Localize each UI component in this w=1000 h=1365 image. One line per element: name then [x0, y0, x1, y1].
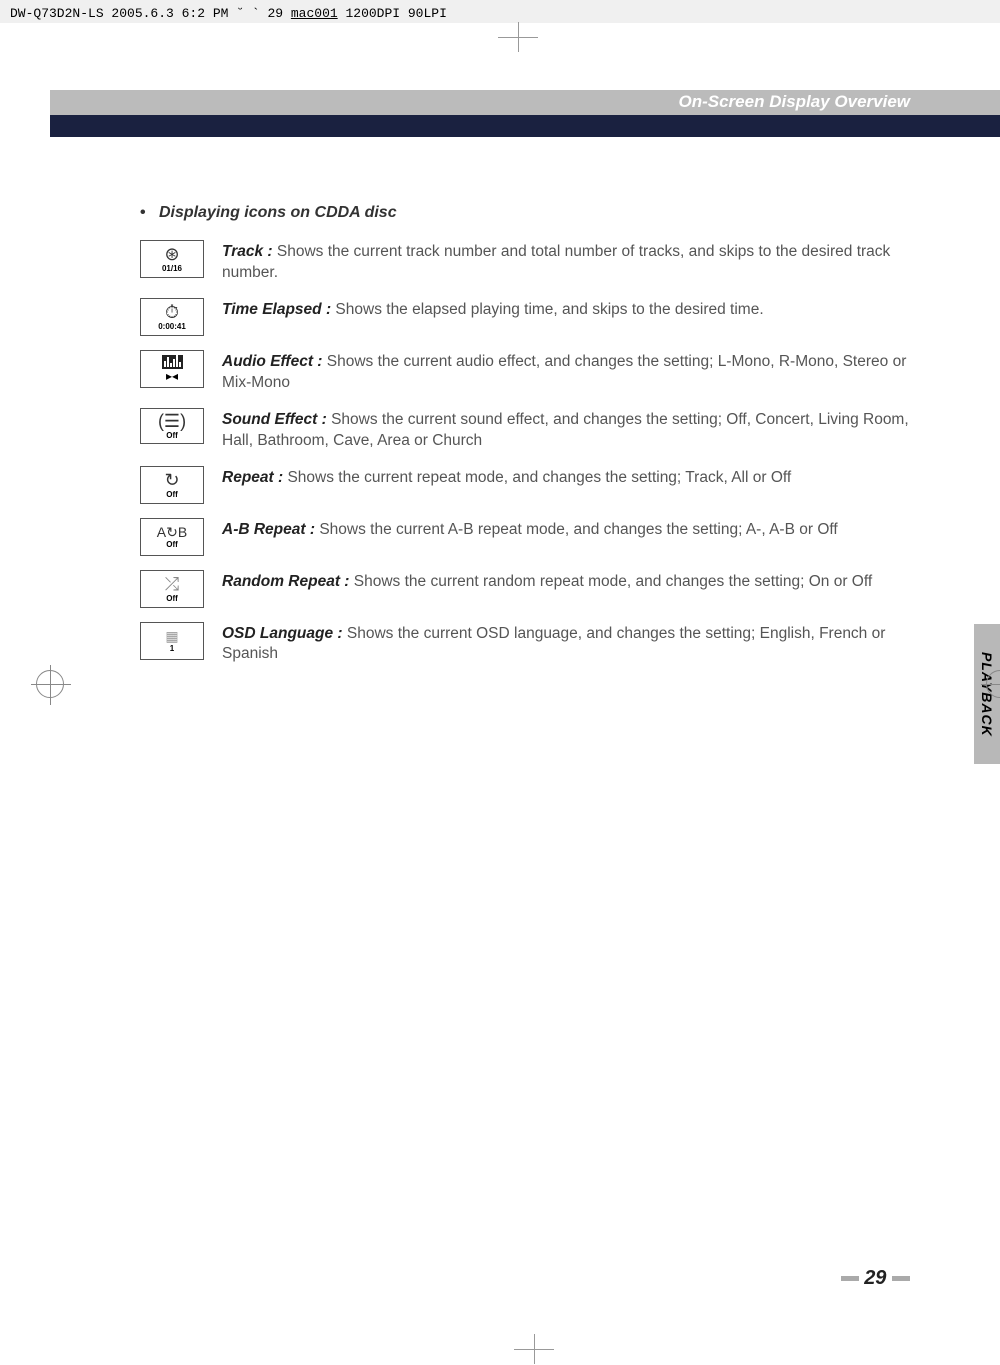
item-desc: Sound Effect : Shows the current sound e… [222, 408, 910, 452]
item-term: Track : [222, 243, 273, 260]
section-title: • Displaying icons on CDDA disc [140, 204, 910, 222]
icon-sub: 0:00:41 [158, 322, 186, 331]
item-desc: Repeat : Shows the current repeat mode, … [222, 466, 910, 489]
crop-mark-bottom [514, 1334, 554, 1364]
time-elapsed-icon: ⏱ 0:00:41 [140, 298, 204, 336]
item-desc: Track : Shows the current track number a… [222, 240, 910, 284]
item-text: Shows the elapsed playing time, and skip… [331, 301, 764, 318]
item-term: Sound Effect : [222, 411, 327, 428]
item-term: Time Elapsed : [222, 301, 331, 318]
osd-language-icon: ▦ 1 [140, 622, 204, 660]
item-term: A-B Repeat : [222, 521, 315, 538]
item-text: Shows the current track number and total… [222, 243, 890, 281]
sound-effect-icon: (☰) Off [140, 408, 204, 444]
repeat-icon: ↻ Off [140, 466, 204, 504]
item-desc: Audio Effect : Shows the current audio e… [222, 350, 910, 394]
crop-mark-top [0, 22, 1000, 52]
ab-repeat-icon: A↻B Off [140, 518, 204, 556]
icon-sub: Off [166, 540, 178, 549]
random-repeat-icon: ⤮ Off [140, 570, 204, 608]
banner: On-Screen Display Overview [50, 90, 1000, 136]
page-number: 29 [841, 1267, 910, 1290]
item-desc: A-B Repeat : Shows the current A-B repea… [222, 518, 910, 541]
page: On-Screen Display Overview • Displaying … [50, 54, 1000, 1334]
item-term: OSD Language : [222, 625, 343, 642]
registration-mark-right [986, 670, 1000, 698]
page-number-text: 29 [864, 1267, 886, 1289]
banner-title: On-Screen Display Overview [679, 92, 911, 112]
audio-effect-icon: ▸◂ [140, 350, 204, 388]
header-mac: mac001 [291, 6, 338, 21]
item-text: Shows the current A-B repeat mode, and c… [315, 521, 838, 538]
print-header: DW-Q73D2N-LS 2005.6.3 6:2 PM ˘ ` 29 mac0… [0, 0, 1000, 23]
item-term: Audio Effect : [222, 353, 322, 370]
item-desc: OSD Language : Shows the current OSD lan… [222, 622, 910, 666]
item-row: A↻B Off A-B Repeat : Shows the current A… [140, 518, 910, 556]
item-row: (☰) Off Sound Effect : Shows the current… [140, 408, 910, 452]
registration-mark-left [36, 670, 64, 698]
header-pre: DW-Q73D2N-LS 2005.6.3 6:2 PM ˘ ` 29 [10, 6, 291, 21]
header-post: 1200DPI 90LPI [338, 6, 447, 21]
item-text: Shows the current random repeat mode, an… [349, 573, 872, 590]
icon-sub: 1 [170, 644, 174, 653]
item-text: Shows the current audio effect, and chan… [222, 353, 906, 391]
item-desc: Time Elapsed : Shows the elapsed playing… [222, 298, 910, 321]
item-row: ▸◂ Audio Effect : Shows the current audi… [140, 350, 910, 394]
track-icon: ⊛ 01/16 [140, 240, 204, 278]
item-text: Shows the current repeat mode, and chang… [283, 469, 791, 486]
item-row: ↻ Off Repeat : Shows the current repeat … [140, 466, 910, 504]
item-row: ⊛ 01/16 Track : Shows the current track … [140, 240, 910, 284]
icon-sub: Off [166, 490, 178, 499]
content: • Displaying icons on CDDA disc ⊛ 01/16 … [50, 136, 1000, 665]
item-term: Random Repeat : [222, 573, 349, 590]
item-row: ⏱ 0:00:41 Time Elapsed : Shows the elaps… [140, 298, 910, 336]
icon-sub: Off [166, 594, 178, 603]
item-term: Repeat : [222, 469, 283, 486]
item-row: ▦ 1 OSD Language : Shows the current OSD… [140, 622, 910, 666]
icon-sub: Off [166, 431, 178, 440]
icon-sub: 01/16 [162, 264, 182, 273]
item-desc: Random Repeat : Shows the current random… [222, 570, 910, 593]
section-title-text: Displaying icons on CDDA disc [159, 204, 397, 221]
item-row: ⤮ Off Random Repeat : Shows the current … [140, 570, 910, 608]
